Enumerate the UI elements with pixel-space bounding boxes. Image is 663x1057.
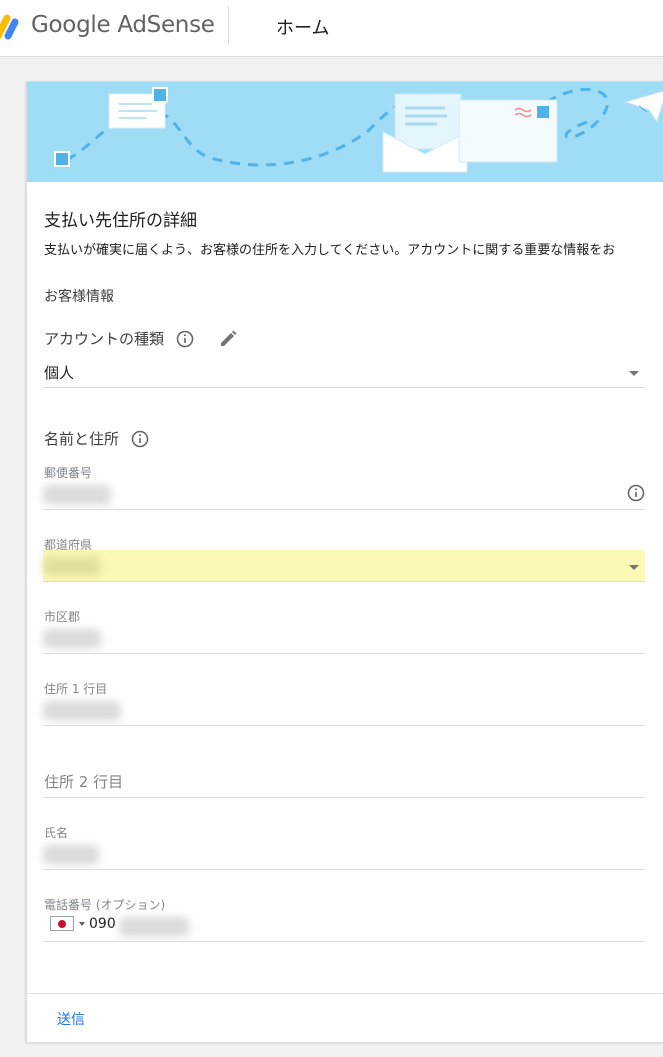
phone-value-redacted [119,917,189,937]
payment-address-card: 支払い先住所の詳細 支払いが確実に届くよう、お客様の住所を入力してください。アカ… [26,81,663,1042]
info-icon[interactable] [176,330,194,348]
account-type-row: アカウントの種類 [44,328,238,349]
submit-button[interactable]: 送信 [57,1009,85,1029]
address-line1-field[interactable]: 住所 1 行目 [43,678,645,726]
phone-label: 電話番号 (オプション) [44,898,166,912]
account-type-value: 個人 [44,364,75,382]
name-address-label: 名前と住所 [44,430,120,448]
logo-text[interactable]: Google AdSense [31,12,215,38]
caret-down-icon [629,371,639,376]
page-description: 支払いが確実に届くよう、お客様の住所を入力してください。アカウントに関する重要な… [44,243,616,258]
country-caret-icon[interactable] [79,922,85,926]
page-title: 支払い先住所の詳細 [44,211,197,231]
city-value-redacted [43,629,101,649]
banner-illustration [27,82,663,182]
autofill-highlight [43,550,645,581]
info-icon[interactable] [131,430,149,448]
city-field[interactable]: 市区郡 [43,606,645,654]
account-type-label: アカウントの種類 [44,330,165,348]
pencil-icon[interactable] [218,329,238,349]
account-type-select[interactable]: 個人 [43,358,645,388]
full-name-field[interactable]: 氏名 [43,822,645,870]
postal-code-label: 郵便番号 [44,466,93,480]
postal-code-value-redacted [43,485,111,505]
nav-home-link[interactable]: ホーム [276,14,329,40]
top-app-bar: Google AdSense ホーム [0,0,663,57]
address-line2-field[interactable]: 住所 2 行目 [43,750,645,798]
full-name-label: 氏名 [44,826,69,840]
caret-down-icon [629,565,639,570]
header-divider [228,6,229,44]
address-line2-placeholder: 住所 2 行目 [44,773,124,791]
customer-info-heading: お客様情報 [44,289,114,305]
prefecture-value-redacted [43,556,101,576]
info-icon[interactable] [627,484,645,502]
address-line1-label: 住所 1 行目 [44,682,108,696]
phone-field[interactable]: 電話番号 (オプション) 090 [43,894,645,942]
address-line1-value-redacted [43,701,121,721]
prefecture-select[interactable]: 都道府県 [43,534,645,582]
name-address-row: 名前と住所 [44,428,149,449]
postal-code-field[interactable]: 郵便番号 [43,462,645,510]
phone-prefix: 090 [89,916,116,932]
adsense-logo-icon[interactable] [0,12,22,40]
city-label: 市区郡 [44,610,81,624]
japan-flag-icon[interactable] [50,916,74,931]
full-name-value-redacted [43,845,99,865]
envelope-illustration-icon [54,87,663,173]
footer-divider [27,993,663,994]
